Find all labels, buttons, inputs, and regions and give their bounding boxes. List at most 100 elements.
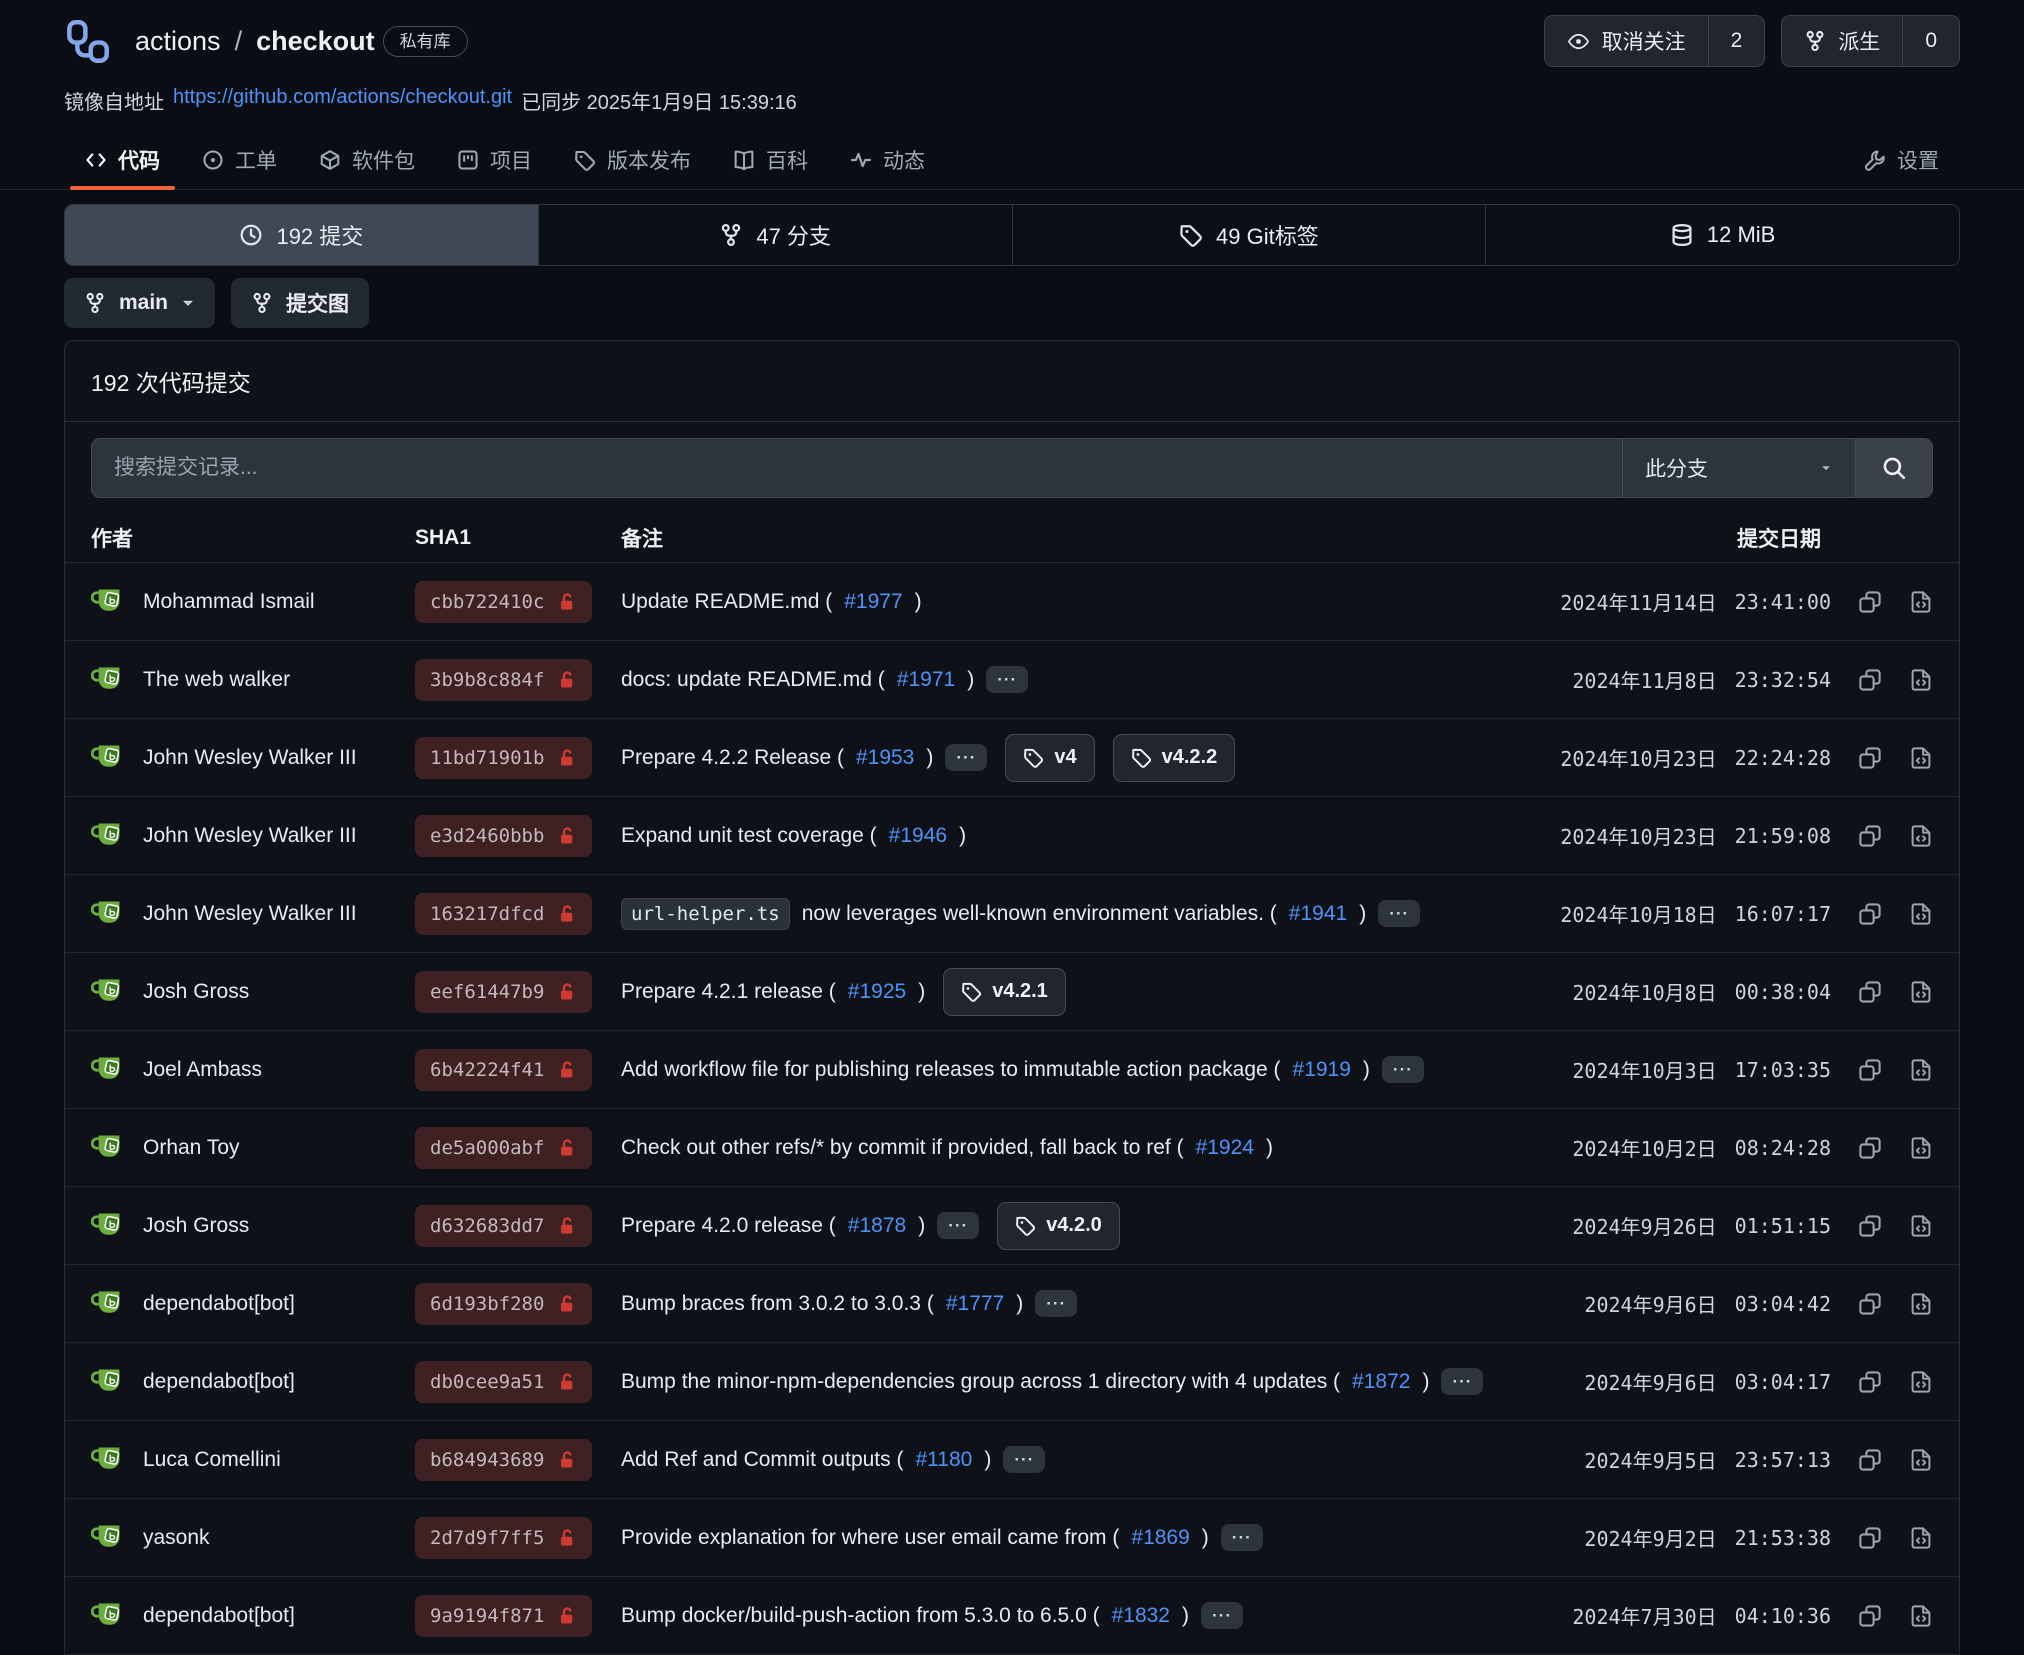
issue-link[interactable]: #1946 <box>889 824 947 848</box>
repo-owner-link[interactable]: actions <box>135 26 221 57</box>
tag-chip[interactable]: v4 <box>1005 734 1094 782</box>
copy-sha-button[interactable] <box>1858 1136 1882 1160</box>
author-name[interactable]: John Wesley Walker III <box>143 902 357 926</box>
avatar[interactable] <box>91 1130 126 1165</box>
sha-badge[interactable]: 11bd71901b <box>415 737 592 779</box>
search-button[interactable] <box>1855 439 1932 497</box>
issue-link[interactable]: #1869 <box>1131 1526 1189 1550</box>
tab-code[interactable]: 代码 <box>64 131 181 189</box>
issue-link[interactable]: #1777 <box>946 1292 1004 1316</box>
avatar[interactable] <box>91 662 126 697</box>
issue-link[interactable]: #1941 <box>1289 902 1347 926</box>
sha-badge[interactable]: b684943689 <box>415 1439 592 1481</box>
browse-code-button[interactable] <box>1909 1526 1933 1550</box>
author-name[interactable]: dependabot[bot] <box>143 1370 295 1394</box>
tab-projects[interactable]: 项目 <box>436 131 553 189</box>
author-name[interactable]: dependabot[bot] <box>143 1292 295 1316</box>
copy-sha-button[interactable] <box>1858 668 1882 692</box>
sha-badge[interactable]: 6d193bf280 <box>415 1283 592 1325</box>
copy-sha-button[interactable] <box>1858 746 1882 770</box>
commit-search-input[interactable] <box>92 439 1622 497</box>
author-name[interactable]: Josh Gross <box>143 980 249 1004</box>
copy-sha-button[interactable] <box>1858 1448 1882 1472</box>
issue-link[interactable]: #1925 <box>848 980 906 1004</box>
author-name[interactable]: Josh Gross <box>143 1214 249 1238</box>
copy-sha-button[interactable] <box>1858 590 1882 614</box>
stat-commits[interactable]: 192 提交 <box>65 205 538 265</box>
copy-sha-button[interactable] <box>1858 1058 1882 1082</box>
ellipsis-button[interactable]: ··· <box>1221 1524 1263 1551</box>
tab-issues[interactable]: 工单 <box>181 131 298 189</box>
avatar[interactable] <box>91 1286 126 1321</box>
copy-sha-button[interactable] <box>1858 980 1882 1004</box>
author-name[interactable]: Orhan Toy <box>143 1136 240 1160</box>
browse-code-button[interactable] <box>1909 1448 1933 1472</box>
avatar[interactable] <box>91 818 126 853</box>
tab-packages[interactable]: 软件包 <box>298 131 436 189</box>
stat-size[interactable]: 12 MiB <box>1485 205 1959 265</box>
sha-badge[interactable]: 3b9b8c884f <box>415 659 592 701</box>
browse-code-button[interactable] <box>1909 1292 1933 1316</box>
browse-code-button[interactable] <box>1909 1370 1933 1394</box>
commit-graph-button[interactable]: 提交图 <box>231 278 369 328</box>
author-name[interactable]: John Wesley Walker III <box>143 746 357 770</box>
issue-link[interactable]: #1919 <box>1293 1058 1351 1082</box>
author-name[interactable]: John Wesley Walker III <box>143 824 357 848</box>
sha-badge[interactable]: 2d7d9f7ff5 <box>415 1517 592 1559</box>
sha-badge[interactable]: 9a9194f871 <box>415 1595 592 1637</box>
branch-scope-select[interactable]: 此分支 <box>1622 439 1855 497</box>
browse-code-button[interactable] <box>1909 1136 1933 1160</box>
sha-badge[interactable]: d632683dd7 <box>415 1205 592 1247</box>
author-name[interactable]: Joel Ambass <box>143 1058 262 1082</box>
tab-activity[interactable]: 动态 <box>829 131 946 189</box>
copy-sha-button[interactable] <box>1858 1214 1882 1238</box>
ellipsis-button[interactable]: ··· <box>1378 900 1420 927</box>
avatar[interactable] <box>91 1598 126 1633</box>
issue-link[interactable]: #1971 <box>897 668 955 692</box>
copy-sha-button[interactable] <box>1858 1604 1882 1628</box>
copy-sha-button[interactable] <box>1858 902 1882 926</box>
avatar[interactable] <box>91 896 126 931</box>
sha-badge[interactable]: e3d2460bbb <box>415 815 592 857</box>
tab-settings[interactable]: 设置 <box>1843 131 1960 189</box>
tab-releases[interactable]: 版本发布 <box>553 131 712 189</box>
browse-code-button[interactable] <box>1909 1604 1933 1628</box>
browse-code-button[interactable] <box>1909 902 1933 926</box>
issue-link[interactable]: #1924 <box>1196 1136 1254 1160</box>
sha-badge[interactable]: eef61447b9 <box>415 971 592 1013</box>
author-name[interactable]: Mohammad Ismail <box>143 590 315 614</box>
issue-link[interactable]: #1180 <box>915 1448 972 1472</box>
author-name[interactable]: The web walker <box>143 668 290 692</box>
tab-wiki[interactable]: 百科 <box>712 131 829 189</box>
ellipsis-button[interactable]: ··· <box>986 666 1028 693</box>
sha-badge[interactable]: 6b42224f41 <box>415 1049 592 1091</box>
browse-code-button[interactable] <box>1909 824 1933 848</box>
issue-link[interactable]: #1872 <box>1352 1370 1410 1394</box>
browse-code-button[interactable] <box>1909 668 1933 692</box>
sha-badge[interactable]: 163217dfcd <box>415 893 592 935</box>
browse-code-button[interactable] <box>1909 980 1933 1004</box>
ellipsis-button[interactable]: ··· <box>1441 1368 1483 1395</box>
browse-code-button[interactable] <box>1909 590 1933 614</box>
sha-badge[interactable]: cbb722410c <box>415 581 592 623</box>
copy-sha-button[interactable] <box>1858 1292 1882 1316</box>
forks-count[interactable]: 0 <box>1902 16 1959 66</box>
ellipsis-button[interactable]: ··· <box>1382 1056 1424 1083</box>
tag-chip[interactable]: v4.2.2 <box>1113 734 1236 782</box>
ellipsis-button[interactable]: ··· <box>1035 1290 1077 1317</box>
site-logo-icon[interactable] <box>64 18 111 65</box>
avatar[interactable] <box>91 1442 126 1477</box>
copy-sha-button[interactable] <box>1858 824 1882 848</box>
ellipsis-button[interactable]: ··· <box>937 1212 979 1239</box>
tag-chip[interactable]: v4.2.1 <box>943 968 1066 1016</box>
avatar[interactable] <box>91 974 126 1009</box>
avatar[interactable] <box>91 740 126 775</box>
branch-selector[interactable]: main <box>64 278 215 328</box>
watchers-count[interactable]: 2 <box>1708 16 1765 66</box>
stat-tags[interactable]: 49 Git标签 <box>1012 205 1486 265</box>
avatar[interactable] <box>91 1364 126 1399</box>
browse-code-button[interactable] <box>1909 746 1933 770</box>
avatar[interactable] <box>91 584 126 619</box>
repo-name-link[interactable]: checkout <box>256 26 375 57</box>
author-name[interactable]: dependabot[bot] <box>143 1604 295 1628</box>
